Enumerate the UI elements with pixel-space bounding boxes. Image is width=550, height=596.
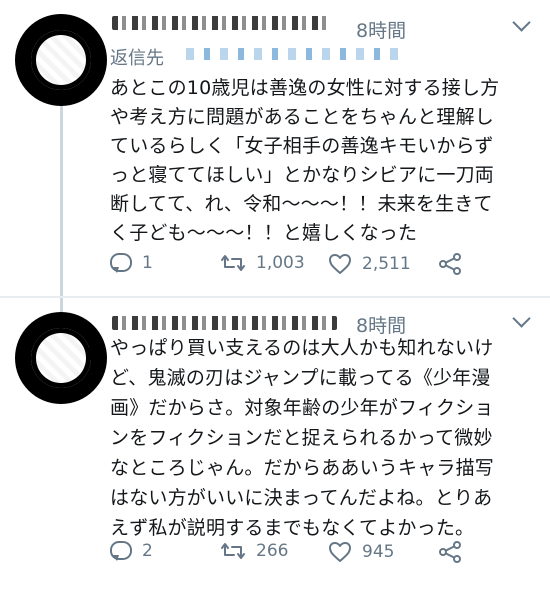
tweet-text: あとこの10歳児は善逸の女性に対する接し方 や考え方に問題があることをちゃんと理…: [110, 77, 500, 244]
like-icon: [328, 253, 352, 275]
author-name-redacted[interactable]: [112, 316, 337, 330]
reply-to-label: 返信先: [110, 48, 164, 69]
reply-count: 2: [142, 541, 153, 561]
retweet-count: 266: [256, 541, 289, 561]
like-button[interactable]: 945: [328, 541, 394, 563]
chevron-down-icon[interactable]: [512, 13, 531, 32]
tweet-actions: 1 1,003 2,511: [108, 253, 538, 283]
like-icon: [328, 541, 352, 563]
avatar[interactable]: [15, 312, 107, 404]
reply-icon: [110, 541, 132, 561]
share-icon: [438, 541, 462, 563]
reply-icon: [110, 253, 132, 273]
retweet-icon: [220, 541, 246, 561]
tweet[interactable]: 8時間 やっぱり買い支えるのは大人かも知れないけ ど、鬼滅の刃はジャンプに載って…: [0, 298, 550, 596]
retweet-button[interactable]: 266: [220, 541, 288, 561]
retweet-button[interactable]: 1,003: [220, 253, 305, 273]
share-button[interactable]: [438, 541, 462, 563]
like-count: 945: [362, 542, 395, 562]
share-icon: [438, 253, 462, 275]
like-count: 2,511: [362, 254, 411, 274]
reply-button[interactable]: 2: [110, 541, 153, 561]
reply-to-handle-redacted[interactable]: [186, 48, 406, 60]
author-name-redacted[interactable]: [112, 16, 332, 30]
avatar[interactable]: [15, 14, 107, 106]
share-button[interactable]: [438, 253, 462, 275]
retweet-icon: [220, 253, 246, 273]
chevron-down-icon[interactable]: [512, 309, 531, 328]
tweet-actions: 2 266 945: [108, 541, 538, 571]
tweet-timestamp[interactable]: 8時間: [356, 16, 406, 43]
like-button[interactable]: 2,511: [328, 253, 411, 275]
retweet-count: 1,003: [256, 253, 305, 273]
reply-count: 1: [142, 253, 153, 273]
tweet[interactable]: 8時間 返信先 あとこの10歳児は善逸の女性に対する接し方 や考え方に問題がある…: [0, 0, 550, 298]
tweet-text: やっぱり買い支えるのは大人かも知れないけ ど、鬼滅の刃はジャンプに載ってる《少年…: [110, 337, 495, 539]
reply-button[interactable]: 1: [110, 253, 153, 273]
